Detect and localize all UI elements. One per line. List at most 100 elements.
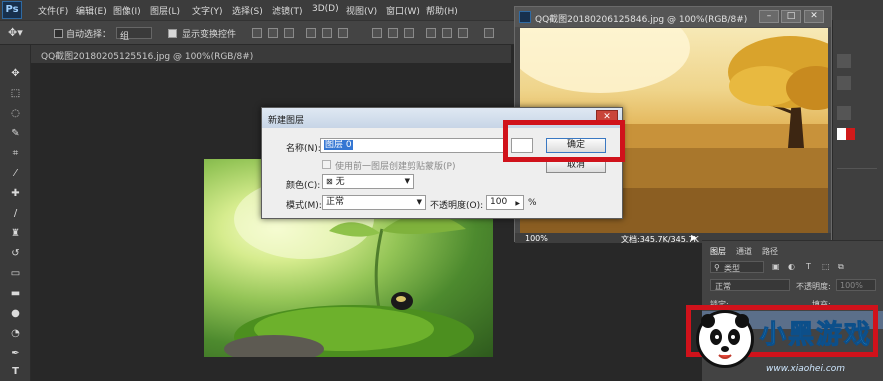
distribute-hcenter-icon[interactable] [442,28,452,38]
close-button[interactable]: ✕ [804,10,824,23]
color-select[interactable]: ⊠ 无 ▼ [322,174,414,189]
align-bottom-icon[interactable] [284,28,294,38]
photoshop-small-icon [519,11,531,23]
layer-filter-dropdown[interactable]: ⚲ 类型 [710,261,764,273]
filter-adjustment-icon[interactable]: ◐ [788,262,795,271]
filter-type-icon[interactable]: T [806,262,811,271]
chevron-right-icon: ▶ [515,200,520,207]
panda-mascot-icon [696,310,754,368]
distribute-left-icon[interactable] [426,28,436,38]
menu-3d[interactable]: 3D(D) [312,4,339,14]
panda-face [701,314,749,359]
adjustments-icon[interactable] [837,76,851,90]
menu-filter[interactable]: 滤镜(T) [272,4,303,17]
menu-layer[interactable]: 图层(L) [150,4,180,17]
mode-select[interactable]: 正常 ▼ [322,195,426,210]
photoshop-logo: Ps [2,1,22,19]
menu-file[interactable]: 文件(F) [38,4,68,17]
dodge-tool-icon[interactable]: ◔ [9,327,22,340]
eyedropper-tool-icon[interactable]: ⁄ [9,167,22,180]
menu-select[interactable]: 选择(S) [232,4,263,17]
lasso-tool-icon[interactable]: ◌ [9,107,22,120]
distribute-top-icon[interactable] [372,28,382,38]
brush-tool-icon[interactable]: / [9,207,22,220]
no-color-icon: ⊠ [326,177,333,186]
layer-filter-label: 类型 [724,264,740,273]
minimize-button[interactable]: – [759,10,779,23]
marquee-tool-icon[interactable]: ⬚ [9,87,22,100]
filter-pixel-icon[interactable]: ▣ [772,262,780,271]
color-value: 无 [335,177,345,187]
healing-brush-tool-icon[interactable]: ✚ [9,187,22,200]
pen-tool-icon[interactable]: ✒ [9,347,22,360]
color-label: 颜色(C): [286,181,321,191]
document-tab-title: QQ截图20180205125516.jpg @ 100%(RGB/8#) [41,52,254,62]
auto-select-value: 组 [120,32,130,42]
menu-image[interactable]: 图像(I) [113,4,141,17]
filter-search-icon: ⚲ [714,263,720,272]
layer-opacity-value: 100% [840,281,863,290]
filter-smart-icon[interactable]: ⧉ [838,262,844,272]
crop-tool-icon[interactable]: ⌗ [9,147,22,160]
tab-layers[interactable]: 图层 [710,246,726,257]
auto-align-icon[interactable] [484,28,494,38]
align-vcenter-icon[interactable] [268,28,278,38]
color-swatch-icon[interactable] [837,128,855,140]
distribute-bottom-icon[interactable] [404,28,414,38]
opacity-value: 100 [490,197,508,207]
opacity-input[interactable]: 100 ▶ [486,195,524,210]
menu-view[interactable]: 视图(V) [346,4,377,17]
filter-shape-icon[interactable]: ⬚ [822,262,830,271]
tools-panel: ✥ ⬚ ◌ ✎ ⌗ ⁄ ✚ / ♜ ↺ ▭ ▬ ● ◔ ✒ T [0,45,31,381]
align-top-icon[interactable] [252,28,262,38]
eraser-tool-icon[interactable]: ▭ [9,267,22,280]
status-arrow-icon[interactable]: ▶ [691,233,697,242]
maximize-button[interactable]: □ [781,10,801,23]
gradient-tool-icon[interactable]: ▬ [9,287,22,300]
show-transform-label: 显示变换控件 [182,30,237,40]
auto-select-dropdown[interactable]: 组 [116,27,152,42]
document-tab[interactable]: QQ截图20180205125516.jpg @ 100%(RGB/8#) [31,45,511,63]
mode-label: 模式(M): [286,201,322,211]
auto-select-label: 自动选择： [66,30,112,40]
type-tool-icon[interactable]: T [9,365,22,378]
tab-channels[interactable]: 通道 [736,246,752,257]
menu-edit[interactable]: 编辑(E) [76,4,107,17]
move-tool-icon[interactable]: ✥▾ [8,26,23,39]
zoom-level[interactable]: 100% [525,234,548,243]
align-hcenter-icon[interactable] [322,28,332,38]
swatch-icon[interactable] [837,54,851,68]
blend-mode-dropdown[interactable]: 正常 [710,279,790,291]
clip-mask-checkbox[interactable] [322,160,331,169]
align-left-icon[interactable] [306,28,316,38]
quick-select-tool-icon[interactable]: ✎ [9,127,22,140]
distribute-right-icon[interactable] [458,28,468,38]
menu-help[interactable]: 帮助(H) [426,4,458,17]
opacity-unit: % [528,198,537,208]
floating-window-title: QQ截图20180206125846.jpg @ 100%(RGB/8#) [535,15,748,25]
styles-icon[interactable] [837,106,851,120]
opacity-label: 不透明度(O): [430,201,484,211]
watermark: 小黑游戏 www.xiaohei.com [688,308,878,378]
blend-mode-value: 正常 [715,282,731,291]
clone-stamp-tool-icon[interactable]: ♜ [9,227,22,240]
auto-select-checkbox[interactable] [54,29,63,38]
name-label: 名称(N): [286,144,321,154]
ok-button-highlight [503,120,625,162]
watermark-brand: 小黑游戏 [759,320,873,351]
blur-tool-icon[interactable]: ● [9,307,22,320]
dialog-title: 新建图层 [268,116,305,126]
layer-name-input[interactable]: 图层 0 [320,138,504,153]
menu-window[interactable]: 窗口(W) [386,4,420,17]
layer-opacity-field[interactable]: 100% [836,279,876,291]
distribute-vcenter-icon[interactable] [388,28,398,38]
move-tool-icon[interactable]: ✥ [9,67,22,80]
tab-paths[interactable]: 路径 [762,246,778,257]
menu-type[interactable]: 文字(Y) [192,4,223,17]
history-brush-tool-icon[interactable]: ↺ [9,247,22,260]
mode-value: 正常 [326,197,345,207]
align-right-icon[interactable] [338,28,348,38]
show-transform-checkbox[interactable] [168,29,177,38]
watermark-url: www.xiaohei.com [766,364,846,374]
floating-window-titlebar[interactable]: QQ截图20180206125846.jpg @ 100%(RGB/8#) – … [515,7,831,27]
